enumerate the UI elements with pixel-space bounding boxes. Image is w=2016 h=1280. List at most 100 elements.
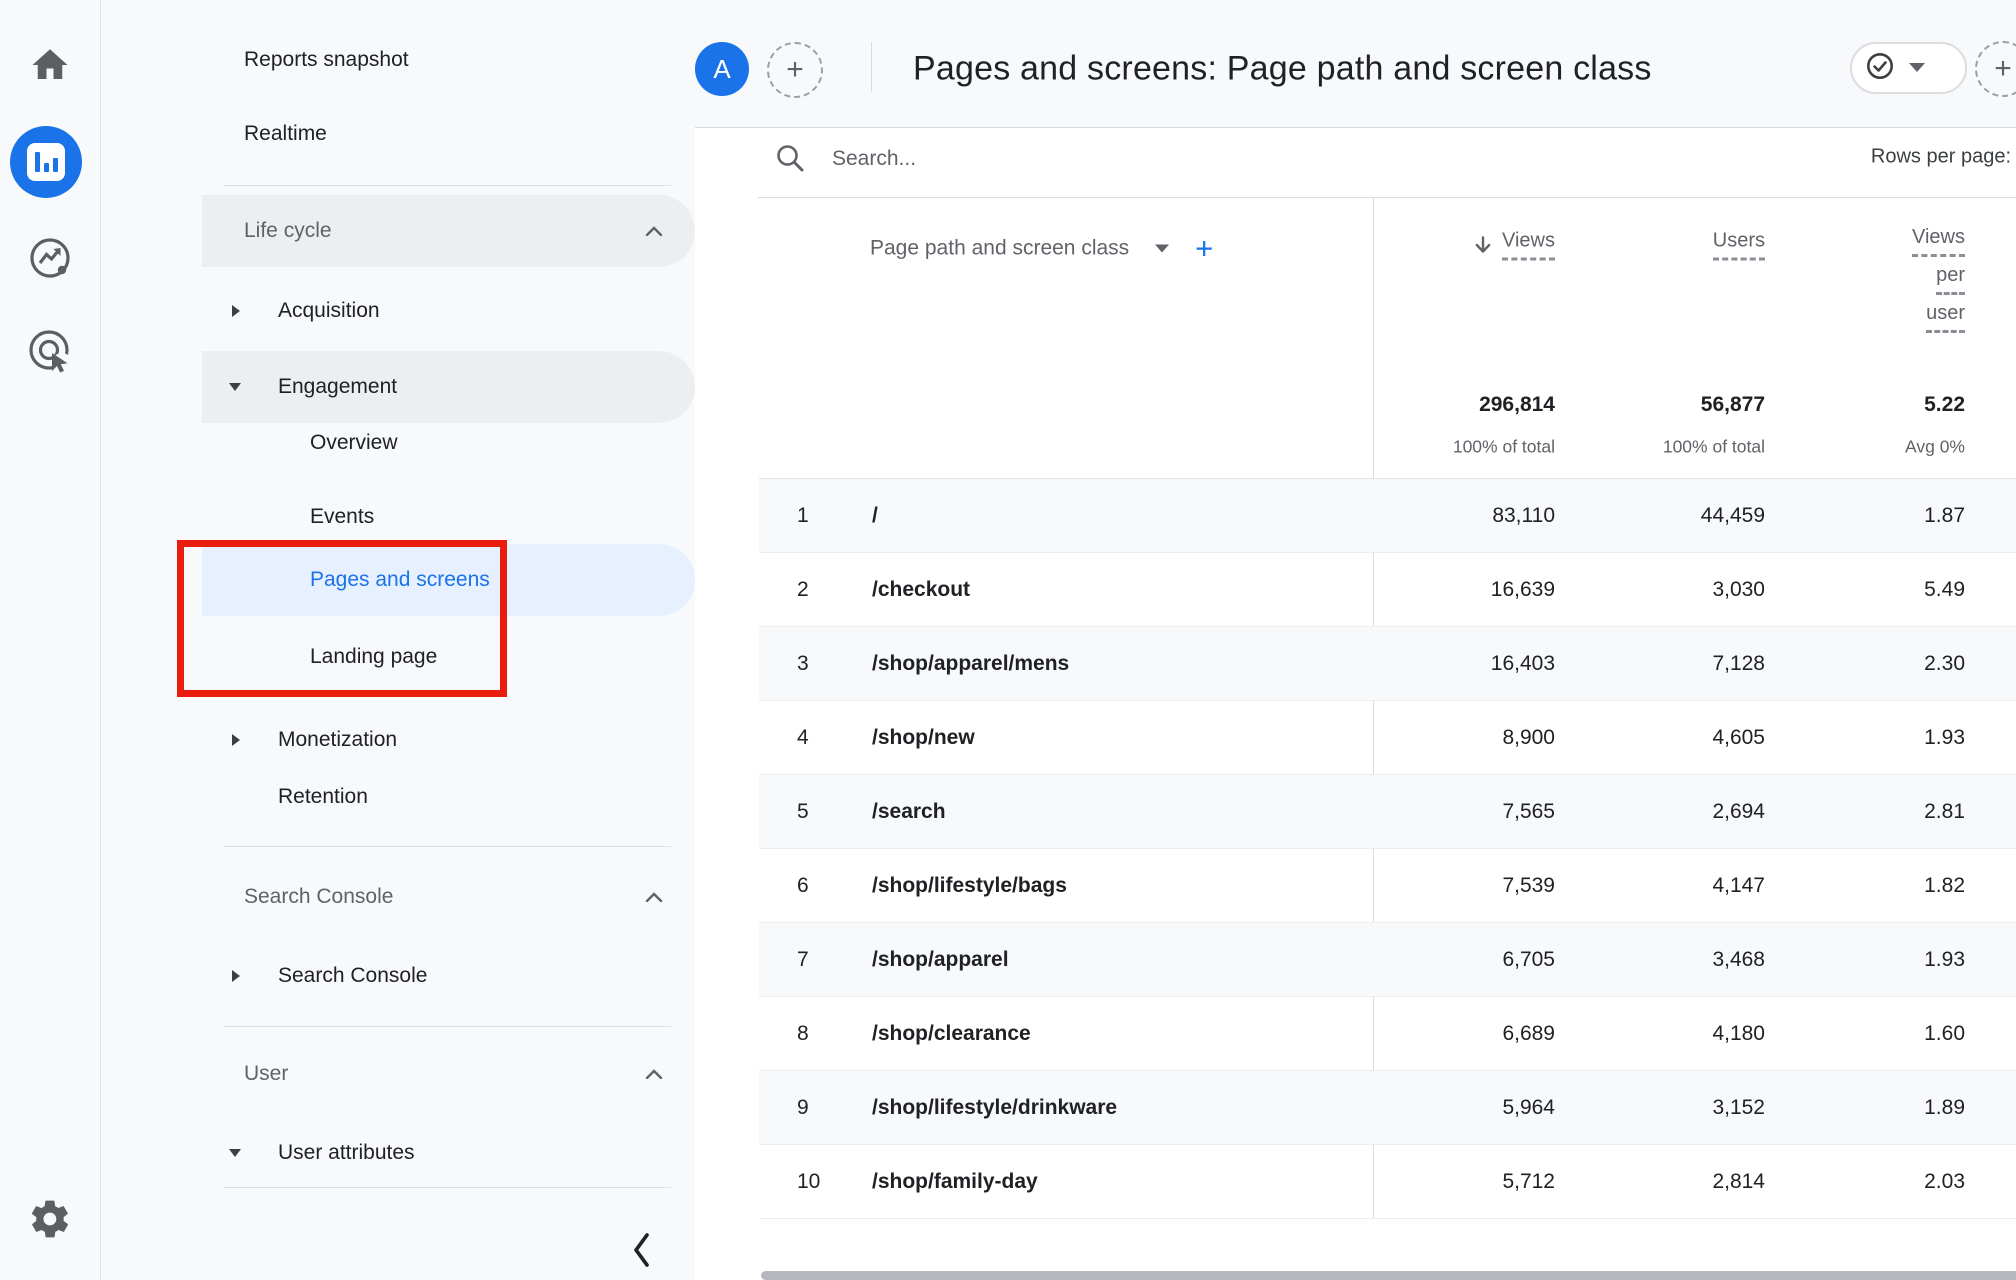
reports-nav-button[interactable] (10, 126, 82, 198)
views-per-user-cell: 1.87 (1924, 504, 1965, 528)
rows-per-page-label: Rows per page: (1871, 146, 2011, 169)
sidebar-item-monetization[interactable]: Monetization (278, 727, 397, 753)
views-per-user-cell: 1.82 (1924, 874, 1965, 898)
triangle-right-icon[interactable] (231, 733, 241, 747)
views-cell: 6,689 (1502, 1022, 1555, 1046)
page-path-cell: /shop/family-day (872, 1170, 1038, 1194)
check-circle-icon (1866, 52, 1894, 85)
sidebar-item-user-attributes[interactable]: User attributes (278, 1140, 415, 1166)
views-per-user-cell: 2.30 (1924, 652, 1965, 676)
dimension-header-label[interactable]: Page path and screen class (870, 236, 1129, 260)
total-views-per-user: 5.22 (1924, 393, 1965, 417)
sort-down-arrow-icon (1474, 236, 1492, 255)
users-cell: 2,814 (1712, 1170, 1765, 1194)
table-row: 9 /shop/lifestyle/drinkware 5,964 3,152 … (759, 1071, 2016, 1145)
sidebar-item-pages-and-screens[interactable]: Pages and screens (310, 567, 490, 593)
total-users-subtitle: 100% of total (1663, 437, 1765, 458)
row-number: 10 (797, 1170, 820, 1194)
total-views: 296,814 (1479, 393, 1555, 417)
sidebar-item-realtime[interactable]: Realtime (244, 121, 327, 147)
sidebar-section-user[interactable]: User (244, 1061, 288, 1087)
bar-chart-icon (27, 143, 65, 181)
column-header-label: user (1926, 302, 1965, 333)
table-top-divider (758, 197, 2016, 198)
sidebar-item-retention[interactable]: Retention (278, 784, 368, 810)
sidebar-item-landing-page[interactable]: Landing page (310, 644, 437, 670)
chevron-up-icon[interactable] (645, 892, 663, 902)
table-row: 7 /shop/apparel 6,705 3,468 1.93 (759, 923, 2016, 997)
horizontal-scrollbar[interactable] (761, 1271, 2016, 1280)
explore-nav-button[interactable] (0, 236, 100, 282)
page-path-cell: /shop/lifestyle/drinkware (872, 1096, 1117, 1120)
column-header-views-per-user[interactable]: Views per user (1912, 226, 1965, 340)
header-separator (871, 42, 872, 92)
triangle-right-icon[interactable] (231, 969, 241, 983)
app-rail (0, 0, 101, 1280)
sidebar-item-engagement[interactable]: Engagement (278, 374, 397, 400)
plus-icon: + (1994, 54, 2012, 84)
users-cell: 44,459 (1701, 504, 1765, 528)
sidebar-item-events[interactable]: Events (310, 504, 374, 530)
column-header-label: Users (1713, 230, 1765, 261)
views-cell: 6,705 (1502, 948, 1555, 972)
settings-button[interactable] (0, 1196, 100, 1244)
total-views-per-user-subtitle: Avg 0% (1905, 437, 1965, 458)
sidebar-item-reports-snapshot[interactable]: Reports snapshot (244, 47, 409, 73)
page-path-cell: /shop/lifestyle/bags (872, 874, 1067, 898)
home-nav-button[interactable] (0, 44, 100, 88)
views-cell: 8,900 (1502, 726, 1555, 750)
page-path-cell: /shop/apparel (872, 948, 1009, 972)
sidebar-item-overview[interactable]: Overview (310, 430, 398, 456)
caret-down-icon (1909, 59, 1925, 77)
page-path-cell: /shop/apparel/mens (872, 652, 1069, 676)
page-path-cell: /search (872, 800, 946, 824)
sidebar-item-acquisition[interactable]: Acquisition (278, 298, 380, 324)
add-secondary-dimension-button[interactable]: + (1195, 233, 1213, 264)
row-number: 3 (797, 652, 809, 676)
views-per-user-cell: 1.89 (1924, 1096, 1965, 1120)
ga4-pages-and-screens-report: Reports snapshot Realtime Life cycle Acq… (0, 0, 2016, 1280)
views-cell: 83,110 (1492, 504, 1555, 528)
avatar-letter: A (713, 54, 730, 85)
views-per-user-cell: 1.60 (1924, 1022, 1965, 1046)
advertising-nav-button[interactable] (0, 328, 100, 376)
search-input[interactable] (830, 139, 1264, 179)
users-cell: 3,152 (1712, 1096, 1765, 1120)
dimension-header: Page path and screen class + (870, 233, 1213, 264)
triangle-down-icon[interactable] (228, 382, 242, 392)
column-header-views[interactable]: Views (1474, 230, 1555, 261)
advertising-icon (26, 327, 74, 378)
sidebar-section-search-console[interactable]: Search Console (244, 884, 393, 910)
users-cell: 4,605 (1712, 726, 1765, 750)
report-customization-button[interactable] (1850, 42, 1967, 94)
chevron-up-icon[interactable] (645, 1069, 663, 1079)
gear-icon (28, 1197, 72, 1244)
views-cell: 5,712 (1502, 1170, 1555, 1194)
column-header-users[interactable]: Users (1713, 230, 1765, 261)
collapse-sidebar-button[interactable] (631, 1232, 651, 1268)
sidebar-section-life-cycle[interactable]: Life cycle (244, 218, 332, 244)
reports-sidebar: Reports snapshot Realtime Life cycle Acq… (101, 0, 695, 1280)
chevron-left-icon (631, 1232, 651, 1268)
row-number: 6 (797, 874, 809, 898)
sidebar-item-search-console[interactable]: Search Console (278, 963, 427, 989)
row-number: 1 (797, 504, 809, 528)
users-cell: 3,030 (1712, 578, 1765, 602)
triangle-down-icon[interactable] (228, 1148, 242, 1158)
page-path-cell: /checkout (872, 578, 970, 602)
home-icon (29, 44, 71, 89)
chevron-up-icon[interactable] (645, 226, 663, 236)
page-title: Pages and screens: Page path and screen … (913, 50, 1652, 89)
users-cell: 4,147 (1712, 874, 1765, 898)
views-cell: 5,964 (1502, 1096, 1555, 1120)
add-comparison-button[interactable]: + (767, 42, 823, 98)
avatar[interactable]: A (695, 42, 749, 96)
views-cell: 16,403 (1491, 652, 1555, 676)
column-header-label: Views (1912, 226, 1965, 257)
table-row: 5 /search 7,565 2,694 2.81 (759, 775, 2016, 849)
triangle-right-icon[interactable] (231, 304, 241, 318)
table-row: 2 /checkout 16,639 3,030 5.49 (759, 553, 2016, 627)
caret-down-icon[interactable] (1155, 244, 1169, 252)
views-per-user-cell: 2.81 (1924, 800, 1965, 824)
views-cell: 7,539 (1502, 874, 1555, 898)
